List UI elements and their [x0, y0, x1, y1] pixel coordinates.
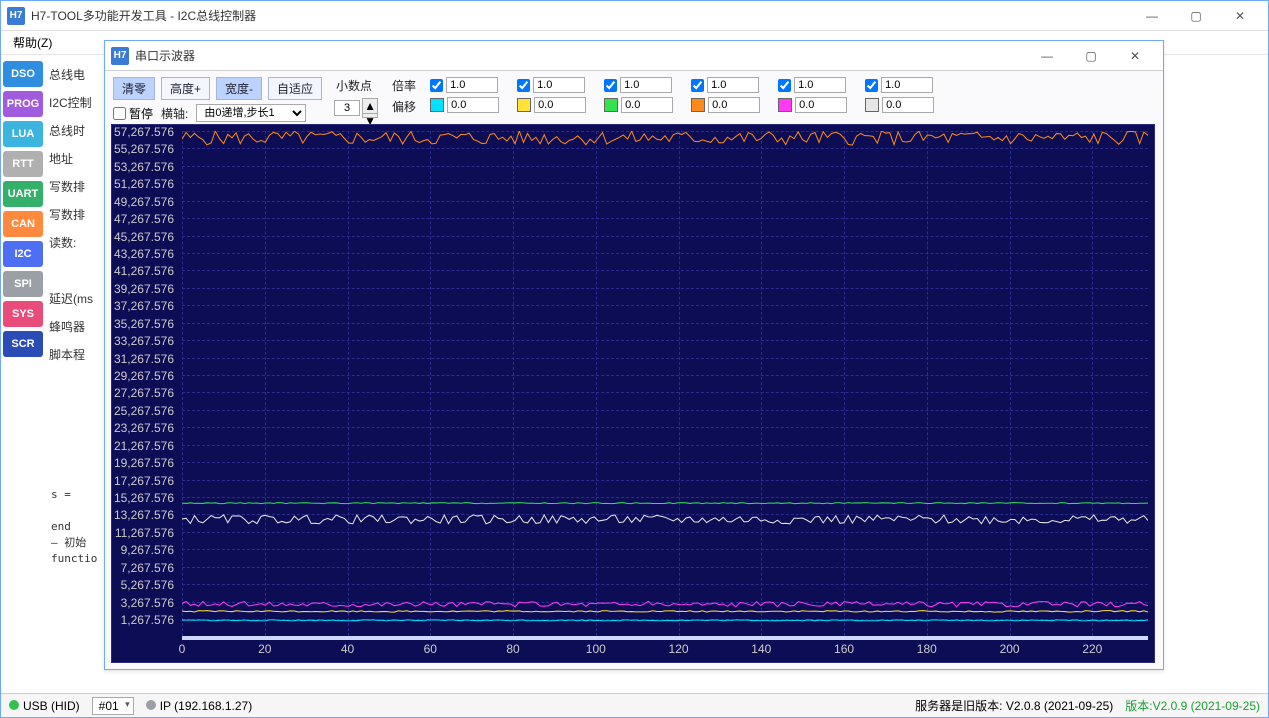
scope-icon: H7	[111, 47, 129, 65]
status-device-combo[interactable]: #01	[92, 697, 134, 715]
scope-titlebar: H7 串口示波器 — ▢ ✕	[105, 41, 1163, 71]
sidebar-dso[interactable]: DSO	[3, 61, 43, 87]
ch3-color-icon	[691, 98, 705, 112]
ch1-enable[interactable]	[517, 79, 530, 92]
ch0-color-icon	[430, 98, 444, 112]
background-labels: 总线电I2C控制总线时地址写数排写数排读数:延迟(ms蜂鸣器脚本程	[45, 55, 105, 717]
sidebar-rtt[interactable]: RTT	[3, 151, 43, 177]
ch2-color-icon	[604, 98, 618, 112]
maximize-button[interactable]: ▢	[1174, 3, 1218, 29]
ch1-offset[interactable]	[534, 97, 586, 113]
ch4-enable[interactable]	[778, 79, 791, 92]
haxis-select[interactable]: 由0递增,步长1	[196, 104, 306, 122]
pause-checkbox[interactable]: 暂停	[113, 105, 153, 122]
status-ip: IP (192.168.1.27)	[146, 699, 253, 713]
decimal-input[interactable]	[334, 100, 360, 116]
ch3-offset[interactable]	[708, 97, 760, 113]
scope-maximize-button[interactable]: ▢	[1069, 43, 1113, 69]
ch0-enable[interactable]	[430, 79, 443, 92]
scope-title: 串口示波器	[135, 47, 1025, 64]
ch4-offset[interactable]	[795, 97, 847, 113]
minimize-button[interactable]: —	[1130, 3, 1174, 29]
ch3-rate[interactable]	[707, 77, 759, 93]
ch2-offset[interactable]	[621, 97, 673, 113]
ch4-color-icon	[778, 98, 792, 112]
sidebar: DSO PROG LUA RTT UART CAN I2C SPI SYS SCR	[1, 55, 45, 717]
scope-plot[interactable]: 57,267.57655,267.57653,267.57651,267.576…	[111, 124, 1155, 663]
sidebar-prog[interactable]: PROG	[3, 91, 43, 117]
height-button[interactable]: 高度+	[161, 77, 210, 100]
ch0-rate[interactable]	[446, 77, 498, 93]
sidebar-sys[interactable]: SYS	[3, 301, 43, 327]
autofit-button[interactable]: 自适应	[268, 77, 322, 100]
menu-help[interactable]: 帮助(Z)	[7, 32, 58, 53]
code-preview: s = end — 初始 functio	[51, 487, 105, 567]
ch2-rate[interactable]	[620, 77, 672, 93]
ch5-enable[interactable]	[865, 79, 878, 92]
scope-minimize-button[interactable]: —	[1025, 43, 1069, 69]
ch2-enable[interactable]	[604, 79, 617, 92]
close-button[interactable]: ✕	[1218, 3, 1262, 29]
status-version: 版本:V2.0.9 (2021-09-25)	[1125, 697, 1260, 714]
x-scale-bar	[182, 636, 1148, 640]
scope-window: H7 串口示波器 — ▢ ✕ 清零 高度+ 宽度- 自适应 暂停 横轴: 由0递…	[104, 40, 1164, 670]
ch4-rate[interactable]	[794, 77, 846, 93]
trace-ch-cyan	[182, 620, 1148, 621]
statusbar: USB (HID) #01 IP (192.168.1.27) 服务器是旧版本:…	[1, 693, 1268, 717]
offset-label: 偏移	[390, 98, 418, 115]
ch5-offset[interactable]	[882, 97, 934, 113]
sidebar-lua[interactable]: LUA	[3, 121, 43, 147]
app-icon: H7	[7, 7, 25, 25]
ch1-rate[interactable]	[533, 77, 585, 93]
haxis-label: 横轴:	[159, 105, 190, 122]
trace-ch-green	[182, 503, 1148, 504]
trace-ch-orange	[182, 131, 1148, 145]
ch1-color-icon	[517, 98, 531, 112]
ch5-color-icon	[865, 98, 879, 112]
sidebar-spi[interactable]: SPI	[3, 271, 43, 297]
rate-label: 倍率	[390, 77, 418, 94]
scope-close-button[interactable]: ✕	[1113, 43, 1157, 69]
trace-ch-white	[182, 515, 1148, 524]
ch0-offset[interactable]	[447, 97, 499, 113]
ch3-enable[interactable]	[691, 79, 704, 92]
trace-ch-yellow	[182, 611, 1148, 612]
decimal-spinner[interactable]: ▲▼	[362, 98, 378, 118]
sidebar-can[interactable]: CAN	[3, 211, 43, 237]
sidebar-i2c[interactable]: I2C	[3, 241, 43, 267]
width-button[interactable]: 宽度-	[216, 77, 262, 100]
status-server: 服务器是旧版本: V2.0.8 (2021-09-25)	[915, 697, 1113, 714]
sidebar-uart[interactable]: UART	[3, 181, 43, 207]
status-usb: USB (HID)	[9, 699, 80, 713]
ch5-rate[interactable]	[881, 77, 933, 93]
sidebar-scr[interactable]: SCR	[3, 331, 43, 357]
trace-ch-magenta	[182, 601, 1148, 606]
decimal-label: 小数点	[334, 77, 374, 94]
main-titlebar: H7 H7-TOOL多功能开发工具 - I2C总线控制器 — ▢ ✕	[1, 1, 1268, 31]
clear-button[interactable]: 清零	[113, 77, 155, 100]
main-title: H7-TOOL多功能开发工具 - I2C总线控制器	[31, 7, 1130, 24]
